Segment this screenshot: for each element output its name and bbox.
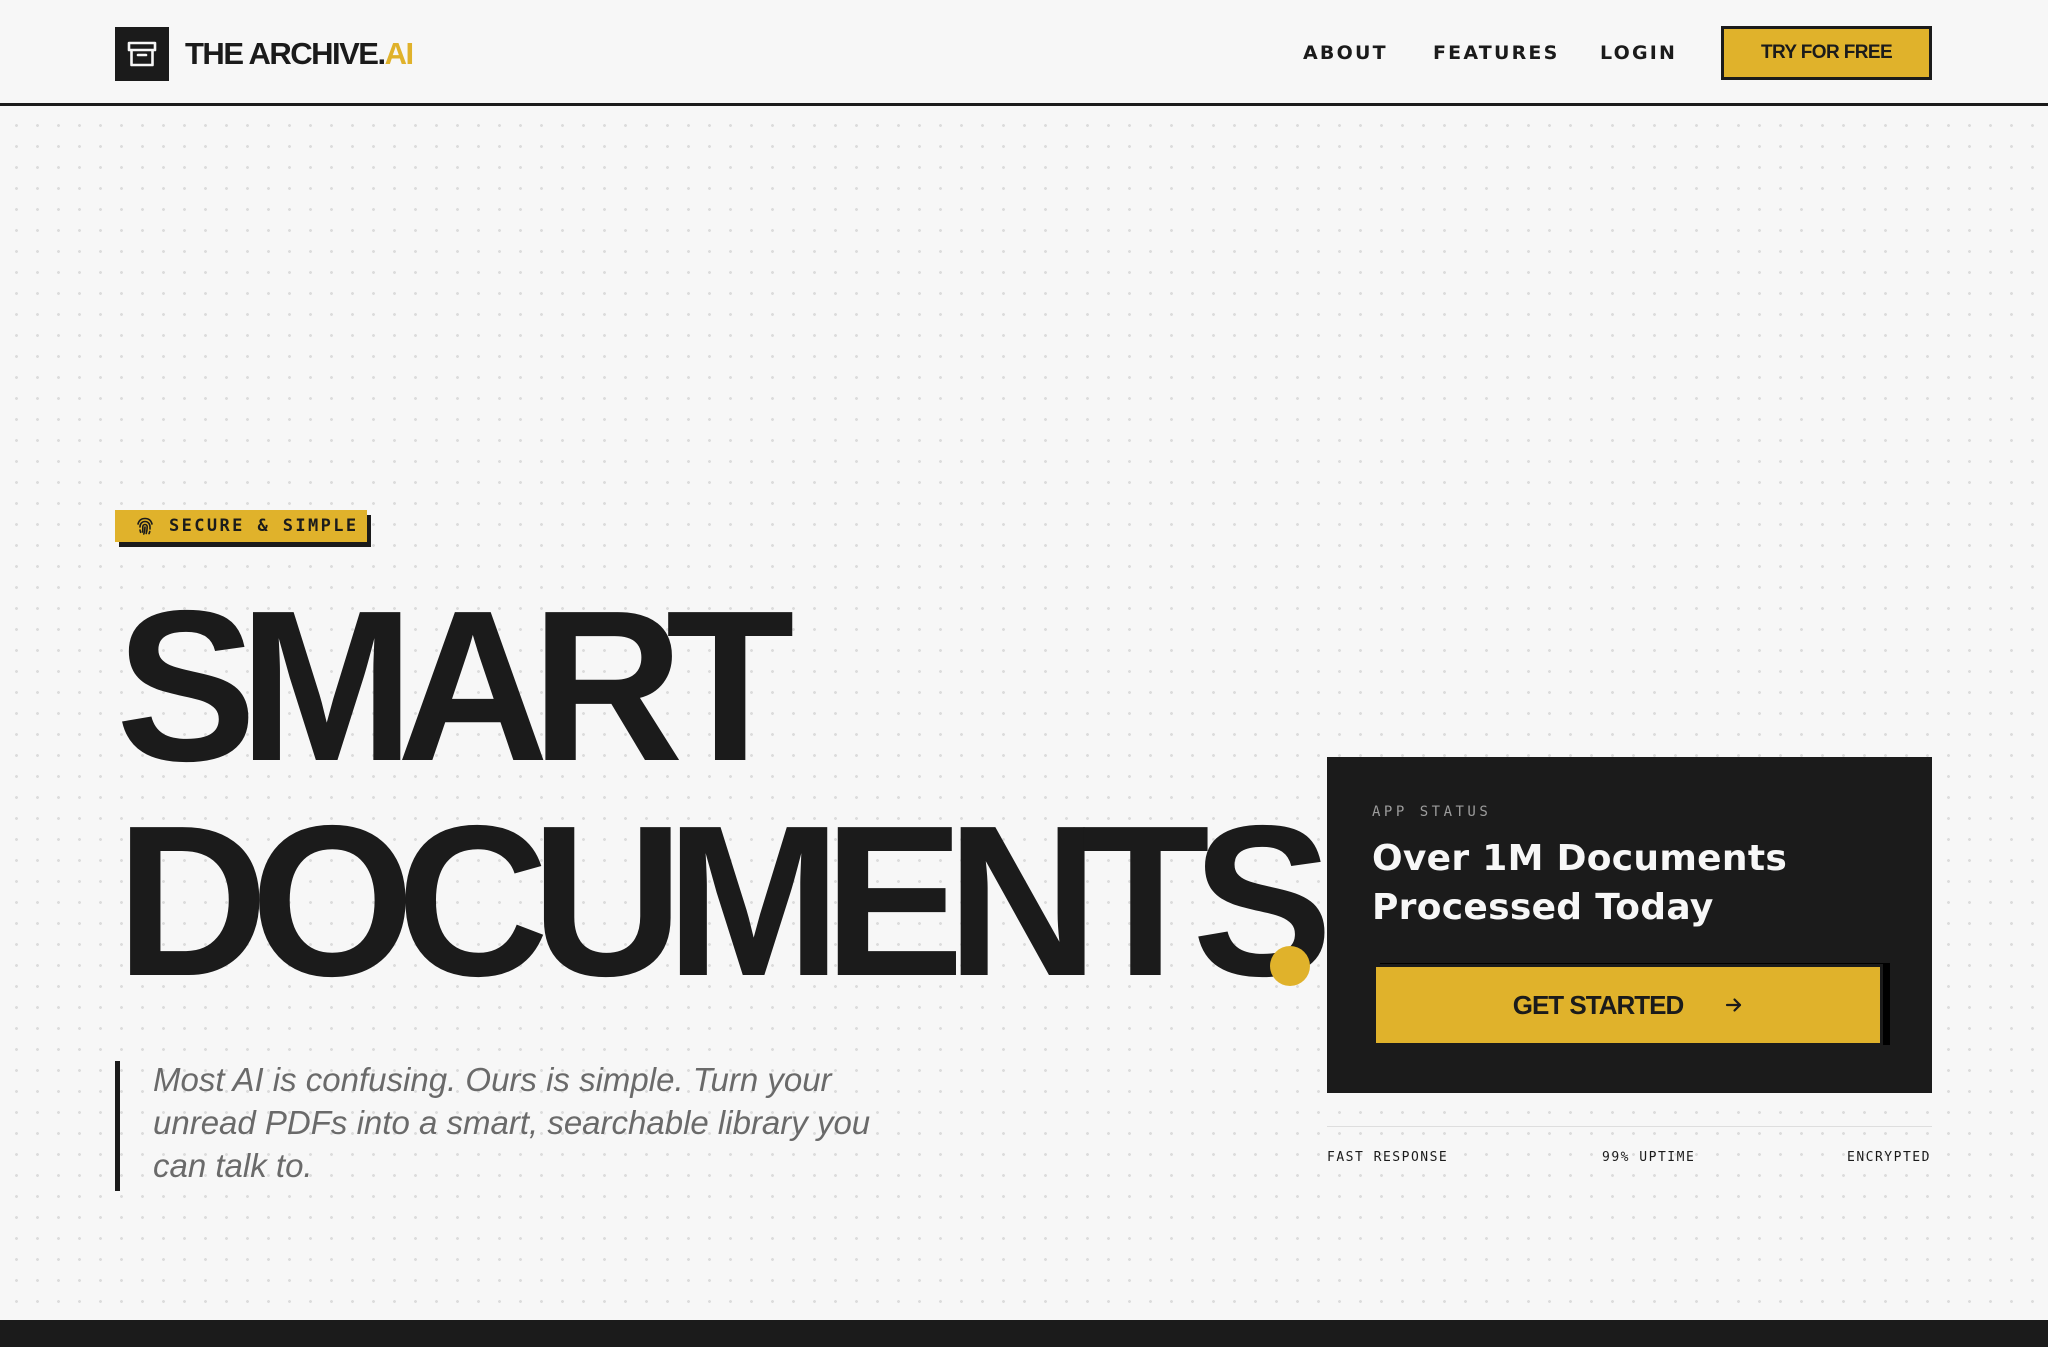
nav-link-about[interactable]: ABOUT [1303,40,1388,66]
secure-badge: SECURE & SIMPLE [115,510,367,542]
card-title: Over 1M Documents Processed Today [1372,838,1788,928]
hero-description: Most AI is confusing. Ours is simple. Tu… [153,1061,871,1184]
nav-link-login[interactable]: LOGIN [1600,40,1677,66]
badge-label: SECURE & SIMPLE [169,516,359,536]
quote-accent-bar [115,1061,120,1191]
get-started-label: GET STARTED [1512,989,1685,1020]
brand-logo-text[interactable]: THE ARCHIVE.AI [185,34,415,74]
stat-encrypted: ENCRYPTED [1847,1150,1931,1165]
get-started-button[interactable]: GET STARTED [1373,964,1883,1046]
try-for-free-button[interactable]: TRY FOR FREE [1721,26,1932,80]
top-navbar: THE ARCHIVE.AI ABOUT FEATURES LOGIN TRY … [0,0,2048,106]
archive-box-icon[interactable] [115,27,169,81]
stat-uptime: 99% UPTIME [1602,1150,1696,1165]
arrow-right-icon [1705,996,1743,1014]
footer-bar [0,1320,2048,1347]
stat-fast-response: FAST RESPONSE [1327,1150,1449,1165]
headline-line-2: DOCUMENTS [116,780,1333,1021]
headline-line-1: SMART [116,565,795,806]
fingerprint-icon [135,516,155,536]
card-label: APP STATUS [1372,804,1492,820]
brand-accent: AI [384,36,415,71]
headline-period-dot [1270,946,1310,986]
stats-divider [1327,1126,1932,1127]
app-status-card: APP STATUS Over 1M Documents Processed T… [1327,757,1932,1093]
nav-link-features[interactable]: FEATURES [1433,40,1559,66]
brand-name: THE ARCHIVE. [185,36,386,71]
